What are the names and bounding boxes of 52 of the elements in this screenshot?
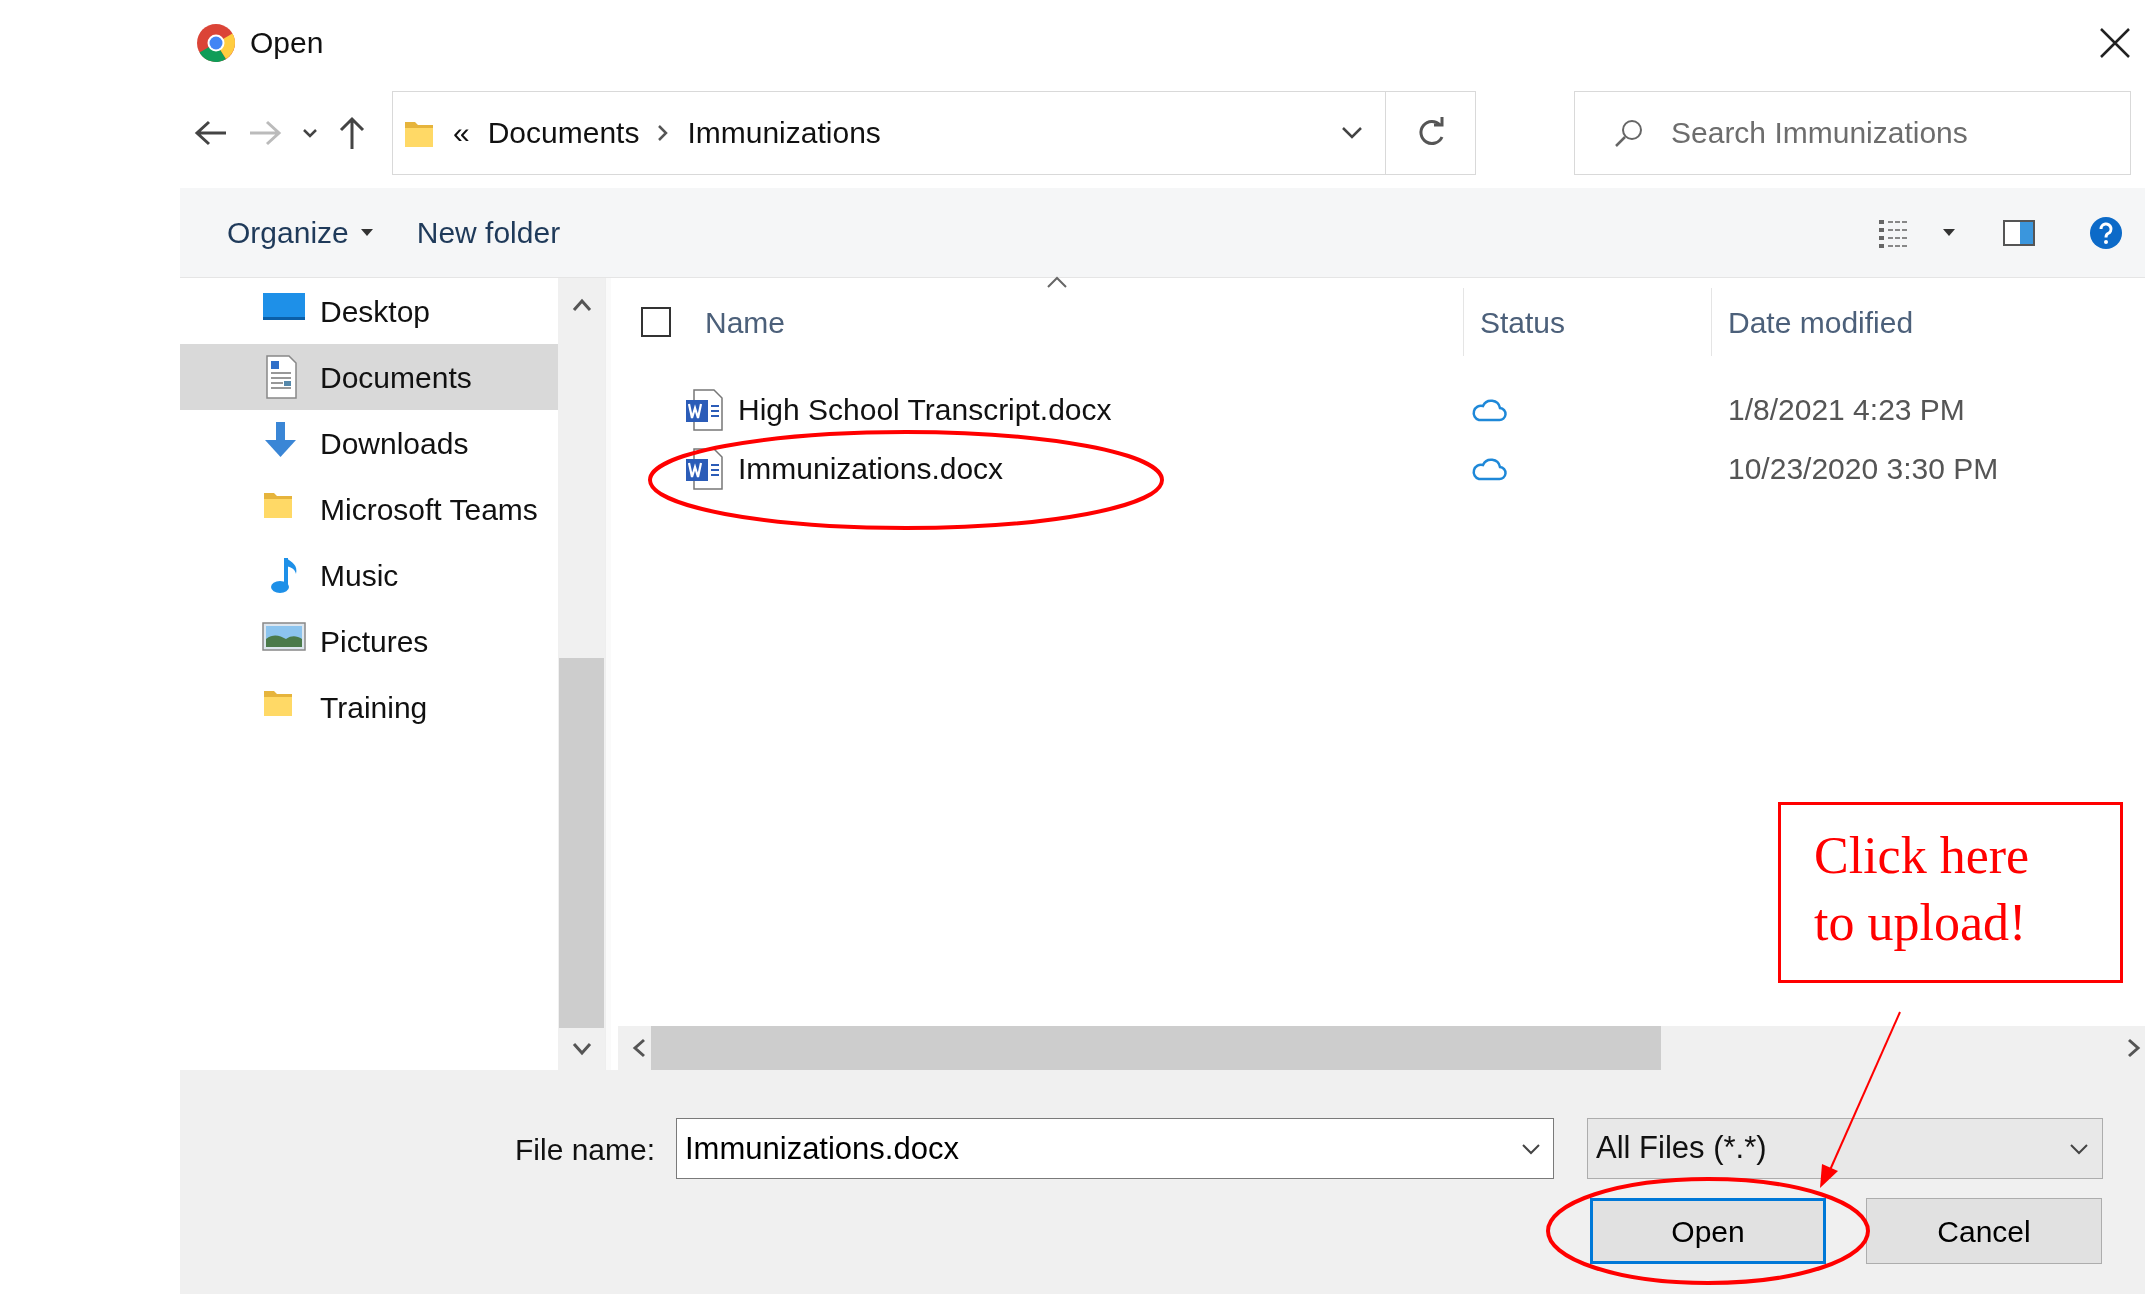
open-button[interactable]: Open: [1590, 1198, 1826, 1264]
breadcrumb-item[interactable]: Documents: [487, 110, 640, 155]
chevron-right-icon: [657, 123, 670, 142]
field-label: File name:: [515, 1132, 656, 1168]
file-name[interactable]: Immunizations.docx: [738, 446, 1004, 491]
file-type-dropdown[interactable]: All Files (*.*): [1587, 1118, 2103, 1179]
back-arrow-icon[interactable]: [194, 118, 228, 147]
up-arrow-icon[interactable]: [338, 115, 366, 150]
close-icon[interactable]: [2099, 26, 2131, 59]
word-document-icon: [684, 387, 724, 432]
dropdown-chevron-icon: [2070, 1142, 2088, 1155]
sidebar-item[interactable]: Desktop: [180, 278, 558, 344]
new-folder-button[interactable]: New folder: [414, 204, 563, 261]
file-name-field[interactable]: Immunizations.docx: [676, 1118, 1554, 1179]
preview-pane-icon[interactable]: [2003, 219, 2035, 246]
sidebar-item[interactable]: Microsoft Teams: [180, 476, 558, 542]
scrollbar-thumb[interactable]: [559, 658, 604, 1028]
select-all-checkbox[interactable]: [641, 307, 671, 337]
music-note-icon: [270, 556, 298, 594]
column-header[interactable]: Status: [1480, 299, 1566, 345]
breadcrumb-overflow[interactable]: «: [453, 110, 470, 155]
dropdown-chevron-icon[interactable]: [1522, 1143, 1540, 1155]
cancel-button[interactable]: Cancel: [1866, 1198, 2102, 1264]
view-options-icon[interactable]: [1879, 217, 1909, 248]
scroll-up-icon[interactable]: [571, 298, 592, 312]
date-modified: 1/8/2021 4:23 PM: [1727, 392, 1965, 428]
sort-caret-icon: [1047, 276, 1067, 288]
chrome-logo-icon: [196, 22, 236, 63]
caret-icon[interactable]: [1943, 228, 1955, 237]
callout-text: Click here to upload!: [1778, 802, 2123, 983]
date-modified: 10/23/2020 3:30 PM: [1727, 451, 1999, 487]
sidebar-item[interactable]: Downloads: [180, 410, 558, 476]
sidebar-item[interactable]: Training: [180, 674, 558, 740]
scroll-right-icon[interactable]: [2127, 1038, 2141, 1058]
breadcrumb-item[interactable]: Immunizations: [687, 110, 881, 155]
sidebar-item[interactable]: Pictures: [180, 608, 558, 674]
column-header[interactable]: Date modified: [1728, 299, 1914, 345]
help-icon[interactable]: [2089, 215, 2123, 250]
word-document-icon: [684, 446, 724, 491]
scroll-left-icon[interactable]: [632, 1038, 646, 1058]
sidebar-item[interactable]: Music: [180, 542, 558, 608]
chevron-down-icon[interactable]: [302, 127, 318, 138]
dropdown-chevron-icon[interactable]: [1341, 125, 1363, 140]
scrollbar-thumb[interactable]: [651, 1026, 1661, 1070]
column-header[interactable]: Name: [705, 299, 786, 345]
scroll-down-icon[interactable]: [571, 1042, 592, 1056]
sidebar-item[interactable]: Documents: [180, 344, 558, 410]
file-name[interactable]: High School Transcript.docx: [738, 387, 1112, 432]
search-field[interactable]: Search Immunizations: [1574, 90, 2131, 175]
caret-icon: [360, 228, 373, 237]
window-title: Open: [250, 25, 324, 61]
organize-menu-button[interactable]: Organize: [225, 204, 375, 261]
